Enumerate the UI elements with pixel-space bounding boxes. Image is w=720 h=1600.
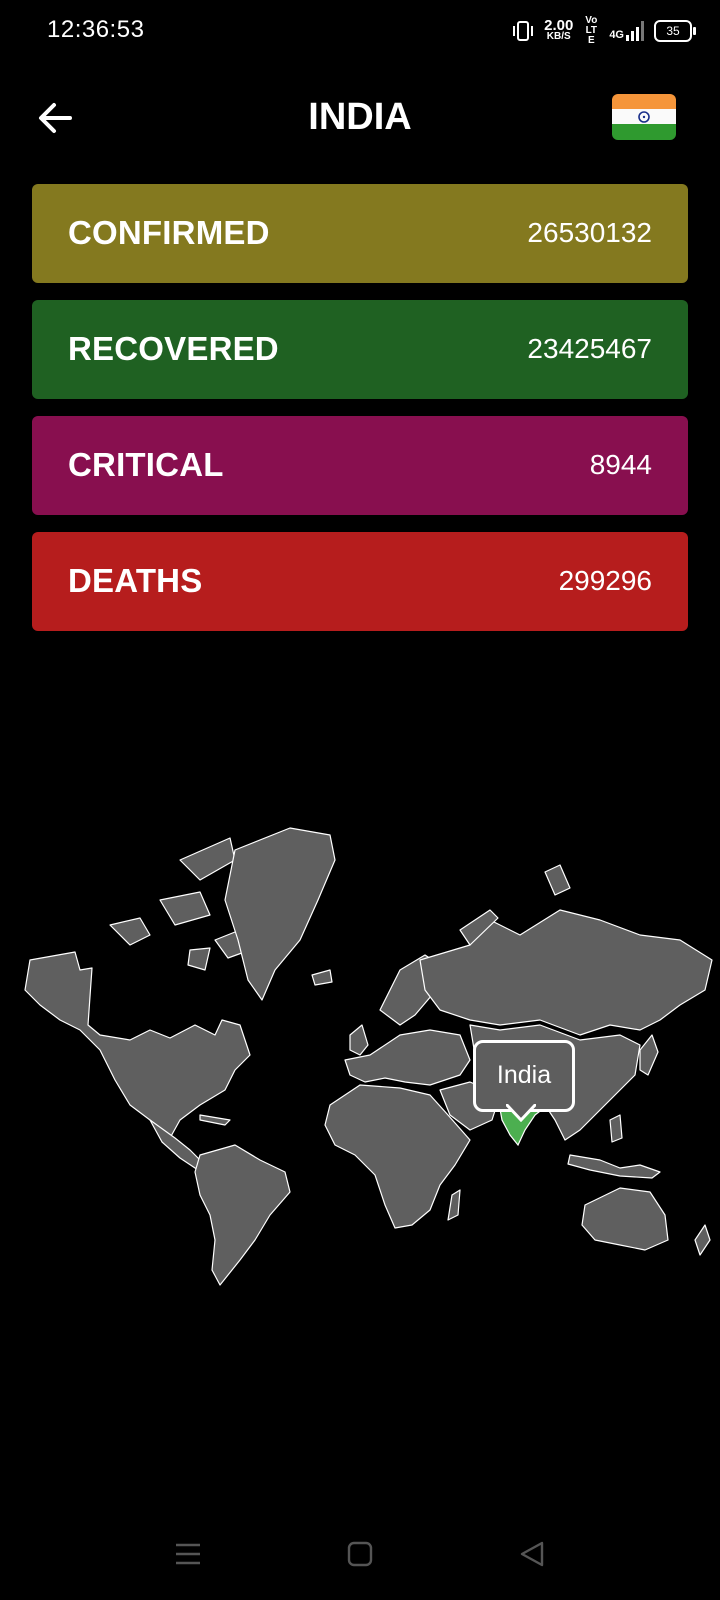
status-bar: 12:36:53 2.00 KB/S Vo LTE 4G 35 — [0, 0, 720, 64]
map-indonesia — [567, 1154, 661, 1179]
map-tooltip: India — [473, 1040, 575, 1122]
map-madagascar — [447, 1189, 461, 1221]
tooltip-pointer-icon — [506, 1104, 536, 1122]
map-uk — [349, 1024, 369, 1056]
map-iceland — [311, 969, 333, 986]
map-australia — [581, 1187, 669, 1251]
home-square-icon[interactable] — [346, 1540, 374, 1568]
map-philippines — [609, 1114, 623, 1143]
map-svalbard — [544, 864, 571, 896]
critical-label: CRITICAL — [68, 446, 224, 483]
deaths-value: 299296 — [558, 565, 652, 596]
map-south-america — [194, 1144, 291, 1286]
confirmed-value: 26530132 — [527, 217, 652, 248]
network-speed: 2.00 KB/S — [544, 17, 574, 42]
deaths-label: DEATHS — [68, 562, 203, 599]
signal-icon: 4G — [609, 21, 644, 41]
status-time: 12:36:53 — [47, 16, 145, 43]
deaths-card: DEATHS 299296 — [32, 532, 688, 631]
tooltip-label: India — [473, 1040, 575, 1112]
critical-value: 8944 — [589, 449, 652, 480]
back-triangle-icon[interactable] — [518, 1540, 546, 1568]
map-new-zealand — [694, 1224, 711, 1256]
vibrate-icon — [513, 21, 534, 41]
map-north-america — [24, 951, 251, 1139]
confirmed-label: CONFIRMED — [68, 214, 270, 251]
system-nav-bar — [0, 1520, 720, 1590]
battery-icon: 35 — [654, 20, 696, 42]
map-japan — [639, 1034, 659, 1076]
recovered-value: 23425467 — [527, 333, 652, 364]
confirmed-card: CONFIRMED 26530132 — [32, 184, 688, 283]
volte-indicator: Vo LTE — [585, 15, 598, 46]
recovered-card: RECOVERED 23425467 — [32, 300, 688, 399]
header: INDIA — [0, 84, 720, 156]
critical-card: CRITICAL 8944 — [32, 416, 688, 515]
india-flag-icon — [612, 94, 676, 140]
menu-icon[interactable] — [174, 1540, 202, 1568]
recovered-label: RECOVERED — [68, 330, 279, 367]
status-icons: 2.00 KB/S Vo LTE 4G 35 — [512, 14, 696, 48]
world-map[interactable] — [0, 820, 720, 1320]
